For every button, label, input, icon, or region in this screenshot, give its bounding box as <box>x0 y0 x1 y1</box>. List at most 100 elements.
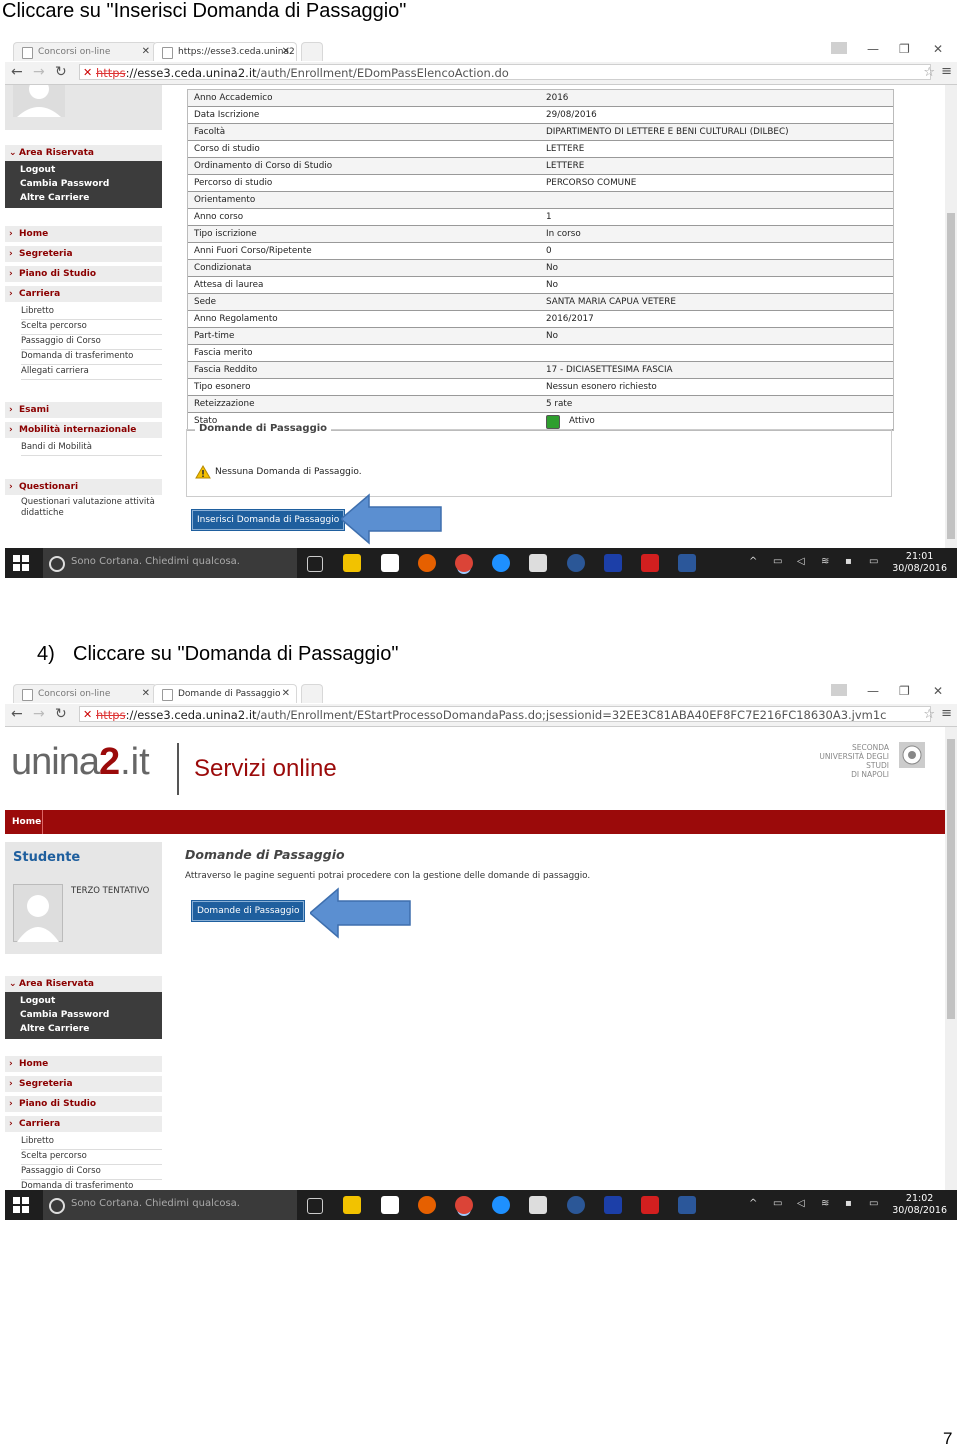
other-careers-link[interactable]: Altre Carriere <box>5 1022 162 1036</box>
scrollbar-thumb[interactable] <box>947 739 955 1019</box>
clock[interactable]: 21:01 30/08/2016 <box>892 551 947 575</box>
ie-icon[interactable] <box>492 554 510 572</box>
sidebar-section-area-riservata[interactable]: ⌄ Area Riservata <box>5 145 162 161</box>
chrome-icon[interactable] <box>455 554 473 572</box>
sidebar-subitem-passaggio[interactable]: Passaggio di Corso <box>21 1164 162 1180</box>
change-password-link[interactable]: Cambia Password <box>5 1008 162 1022</box>
bookmark-star-icon[interactable]: ☆ <box>923 707 935 722</box>
scrollbar-thumb[interactable] <box>947 213 955 539</box>
restore-icon[interactable]: ❐ <box>899 684 910 698</box>
user-icon[interactable] <box>831 42 847 54</box>
close-icon[interactable]: ✕ <box>142 685 150 703</box>
sidebar-item-home[interactable]: › Home <box>5 226 162 242</box>
other-careers-link[interactable]: Altre Carriere <box>5 191 162 205</box>
sidebar-subitem-allegati[interactable]: Allegati carriera <box>21 364 162 380</box>
volume-icon[interactable]: ◁ <box>797 1198 805 1209</box>
tab-concorsi[interactable]: Concorsi on-line ✕ <box>13 42 157 61</box>
site-logo[interactable]: unina2.it <box>11 741 150 791</box>
sidebar-subitem-scelta-percorso[interactable]: Scelta percorso <box>21 1149 162 1165</box>
minimize-icon[interactable]: — <box>867 684 879 698</box>
user-icon[interactable] <box>831 684 847 696</box>
word-icon[interactable] <box>678 554 696 572</box>
battery-icon[interactable]: ▭ <box>773 1198 782 1209</box>
app-icon[interactable] <box>567 554 585 572</box>
chevron-up-icon[interactable]: ^ <box>749 556 757 567</box>
wifi-icon[interactable]: ≋ <box>821 1198 829 1209</box>
close-window-icon[interactable]: ✕ <box>933 684 943 698</box>
chevron-up-icon[interactable]: ^ <box>749 1198 757 1209</box>
sidebar-section-area-riservata[interactable]: ⌄ Area Riservata <box>5 976 162 992</box>
windows-start-icon[interactable] <box>13 1197 29 1213</box>
library-icon[interactable] <box>604 1196 622 1214</box>
scrollbar[interactable] <box>945 85 957 548</box>
restore-icon[interactable]: ❐ <box>899 42 910 56</box>
tab-concorsi[interactable]: Concorsi on-line ✕ <box>13 684 157 703</box>
volume-icon[interactable]: ◁ <box>797 556 805 567</box>
minimize-icon[interactable]: — <box>867 42 879 56</box>
library-icon[interactable] <box>604 554 622 572</box>
sidebar-item-piano[interactable]: › Piano di Studio <box>5 266 162 282</box>
close-icon[interactable]: ✕ <box>142 43 150 61</box>
wifi-icon[interactable]: ≋ <box>821 556 829 567</box>
close-icon[interactable]: ✕ <box>282 685 290 703</box>
clock[interactable]: 21:02 30/08/2016 <box>892 1193 947 1217</box>
new-tab-button[interactable] <box>301 42 323 61</box>
acrobat-icon[interactable] <box>641 554 659 572</box>
ie-icon[interactable] <box>492 1196 510 1214</box>
sidebar-subitem-questionari-valutazione[interactable]: Questionari valutazione attività didatti… <box>21 497 162 521</box>
file-explorer-icon[interactable] <box>343 1196 361 1214</box>
task-view-icon[interactable] <box>307 1198 323 1214</box>
keyboard-icon[interactable]: ▭ <box>869 556 878 567</box>
domande-di-passaggio-button[interactable]: Domande di Passaggio <box>192 901 305 921</box>
sidebar-item-piano[interactable]: › Piano di Studio <box>5 1096 162 1112</box>
store-icon[interactable] <box>381 1196 399 1214</box>
back-icon[interactable]: ← <box>11 706 23 722</box>
firefox-icon[interactable] <box>418 554 436 572</box>
sidebar-item-mobilita[interactable]: › Mobilità internazionale <box>5 422 162 438</box>
menu-icon[interactable]: ≡ <box>941 64 952 79</box>
notifications-icon[interactable]: ▪ <box>845 1198 852 1209</box>
menu-icon[interactable]: ≡ <box>941 706 952 721</box>
scrollbar[interactable] <box>945 727 957 1190</box>
sidebar-subitem-scelta-percorso[interactable]: Scelta percorso <box>21 319 162 335</box>
inserisci-domanda-button[interactable]: Inserisci Domanda di Passaggio <box>192 510 345 530</box>
word-icon[interactable] <box>678 1196 696 1214</box>
logout-link[interactable]: Logout <box>5 163 162 177</box>
change-password-link[interactable]: Cambia Password <box>5 177 162 191</box>
task-view-icon[interactable] <box>307 556 323 572</box>
7zip-icon[interactable] <box>529 1196 547 1214</box>
sidebar-subitem-passaggio[interactable]: Passaggio di Corso <box>21 334 162 350</box>
keyboard-icon[interactable]: ▭ <box>869 1198 878 1209</box>
reload-icon[interactable]: ↻ <box>55 64 67 80</box>
sidebar-subitem-libretto[interactable]: Libretto <box>21 304 162 320</box>
cortana-search[interactable]: Sono Cortana. Chiedimi qualcosa. <box>43 548 297 578</box>
close-window-icon[interactable]: ✕ <box>933 42 943 56</box>
back-icon[interactable]: ← <box>11 64 23 80</box>
7zip-icon[interactable] <box>529 554 547 572</box>
sidebar-item-segreteria[interactable]: › Segreteria <box>5 1076 162 1092</box>
nav-home[interactable]: Home <box>5 810 43 834</box>
sidebar-subitem-trasferimento[interactable]: Domanda di trasferimento <box>21 349 162 365</box>
new-tab-button[interactable] <box>301 684 323 703</box>
store-icon[interactable] <box>381 554 399 572</box>
windows-start-icon[interactable] <box>13 555 29 571</box>
bookmark-star-icon[interactable]: ☆ <box>923 65 935 80</box>
notifications-icon[interactable]: ▪ <box>845 556 852 567</box>
close-icon[interactable]: ✕ <box>282 43 290 61</box>
forward-icon[interactable]: → <box>33 64 45 80</box>
sidebar-item-carriera[interactable]: › Carriera <box>5 1116 162 1132</box>
reload-icon[interactable]: ↻ <box>55 706 67 722</box>
acrobat-icon[interactable] <box>641 1196 659 1214</box>
cortana-search[interactable]: Sono Cortana. Chiedimi qualcosa. <box>43 1190 297 1220</box>
forward-icon[interactable]: → <box>33 706 45 722</box>
sidebar-item-esami[interactable]: › Esami <box>5 402 162 418</box>
battery-icon[interactable]: ▭ <box>773 556 782 567</box>
logout-link[interactable]: Logout <box>5 994 162 1008</box>
chrome-icon[interactable] <box>455 1196 473 1214</box>
tab-esse3[interactable]: https://esse3.ceda.unina2 ✕ <box>153 42 297 61</box>
sidebar-item-carriera[interactable]: › Carriera <box>5 286 162 302</box>
tab-domande[interactable]: Domande di Passaggio ✕ <box>153 684 297 703</box>
url-field[interactable]: ✕ https://esse3.ceda.unina2.it/auth/Enro… <box>79 706 931 722</box>
sidebar-item-questionari[interactable]: › Questionari <box>5 479 162 495</box>
sidebar-subitem-libretto[interactable]: Libretto <box>21 1134 162 1150</box>
